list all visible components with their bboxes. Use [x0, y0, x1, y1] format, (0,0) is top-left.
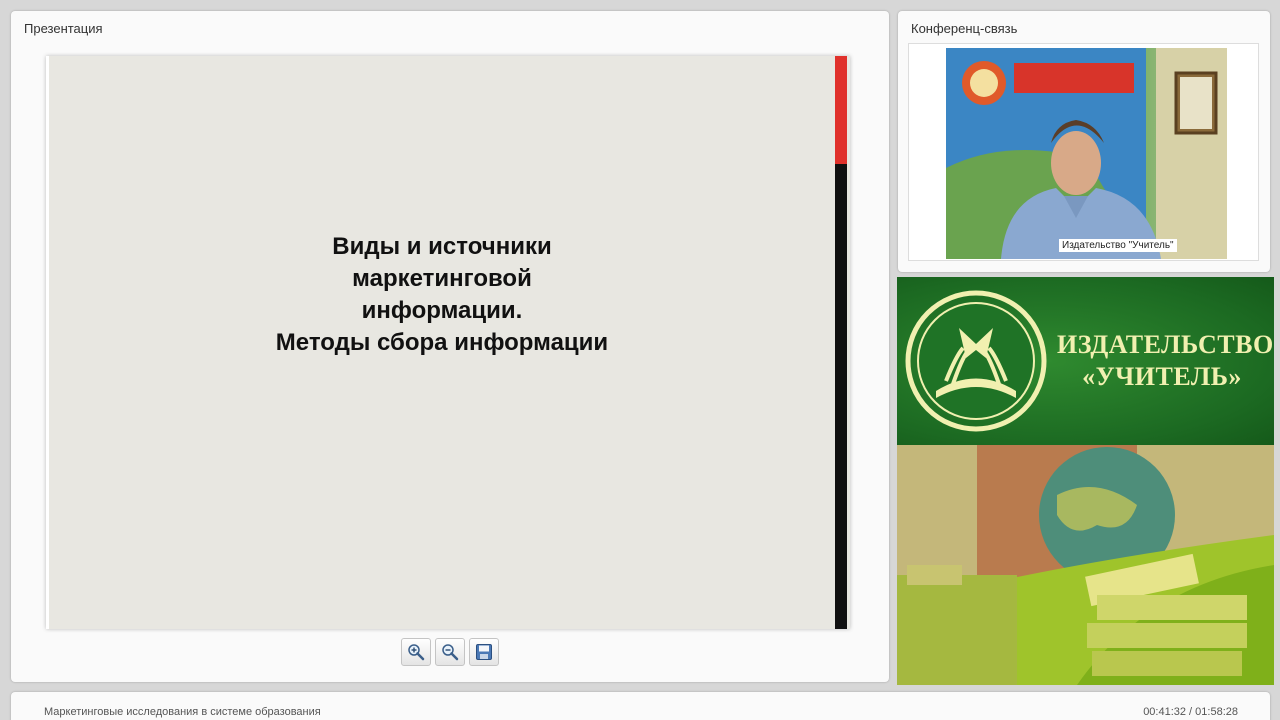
webcam-video[interactable]: Издательство "Учитель": [946, 48, 1227, 259]
presentation-panel: Презентация Виды и источники маркетингов…: [11, 11, 889, 682]
banner-books-image: [897, 445, 1274, 685]
slide-title-line: Виды и источники: [332, 233, 552, 260]
zoom-out-icon: [442, 644, 459, 661]
publisher-logo-icon: [905, 290, 1047, 432]
slide-black-stripe: [835, 164, 847, 629]
banner-logo-area: ИЗДАТЕЛЬСТВО «УЧИТЕЛЬ»: [897, 277, 1274, 445]
publisher-name: ИЗДАТЕЛЬСТВО «УЧИТЕЛЬ»: [1057, 329, 1274, 393]
course-title: Маркетинговые исследования в системе обр…: [44, 706, 321, 718]
zoom-out-button[interactable]: [435, 638, 465, 666]
player-footer: Маркетинговые исследования в системе обр…: [11, 692, 1270, 720]
conference-panel-title: Конференц-связь: [911, 21, 1018, 36]
slide-title-line: информации.: [361, 297, 523, 324]
slide-title: Виды и источники маркетинговой информаци…: [49, 231, 835, 359]
video-container: Издательство "Учитель": [908, 43, 1259, 261]
slide-title-line: маркетинговой: [352, 265, 532, 292]
floppy-disk-icon: [476, 644, 492, 660]
save-button[interactable]: [469, 638, 499, 666]
publisher-banner: ИЗДАТЕЛЬСТВО «УЧИТЕЛЬ»: [897, 277, 1274, 685]
slide-red-stripe: [835, 56, 847, 164]
playback-time: 00:41:32 / 01:58:28: [1143, 706, 1238, 718]
zoom-in-icon: [408, 644, 425, 661]
zoom-in-button[interactable]: [401, 638, 431, 666]
presentation-panel-title: Презентация: [24, 21, 103, 36]
webcam-frame-image: [946, 48, 1227, 259]
publisher-name-line1: ИЗДАТЕЛЬСТВО: [1057, 330, 1274, 359]
publisher-name-line2: «УЧИТЕЛЬ»: [1082, 362, 1242, 391]
slide-toolbar: [401, 638, 499, 666]
slide: Виды и источники маркетинговой информаци…: [46, 56, 850, 629]
conference-panel: Конференц-связь Издательство "Учитель": [898, 11, 1270, 272]
video-caption: Издательство "Учитель": [1059, 239, 1177, 252]
books-globe-illustration: [897, 445, 1274, 685]
slide-title-line: Методы сбора информации: [275, 329, 609, 356]
